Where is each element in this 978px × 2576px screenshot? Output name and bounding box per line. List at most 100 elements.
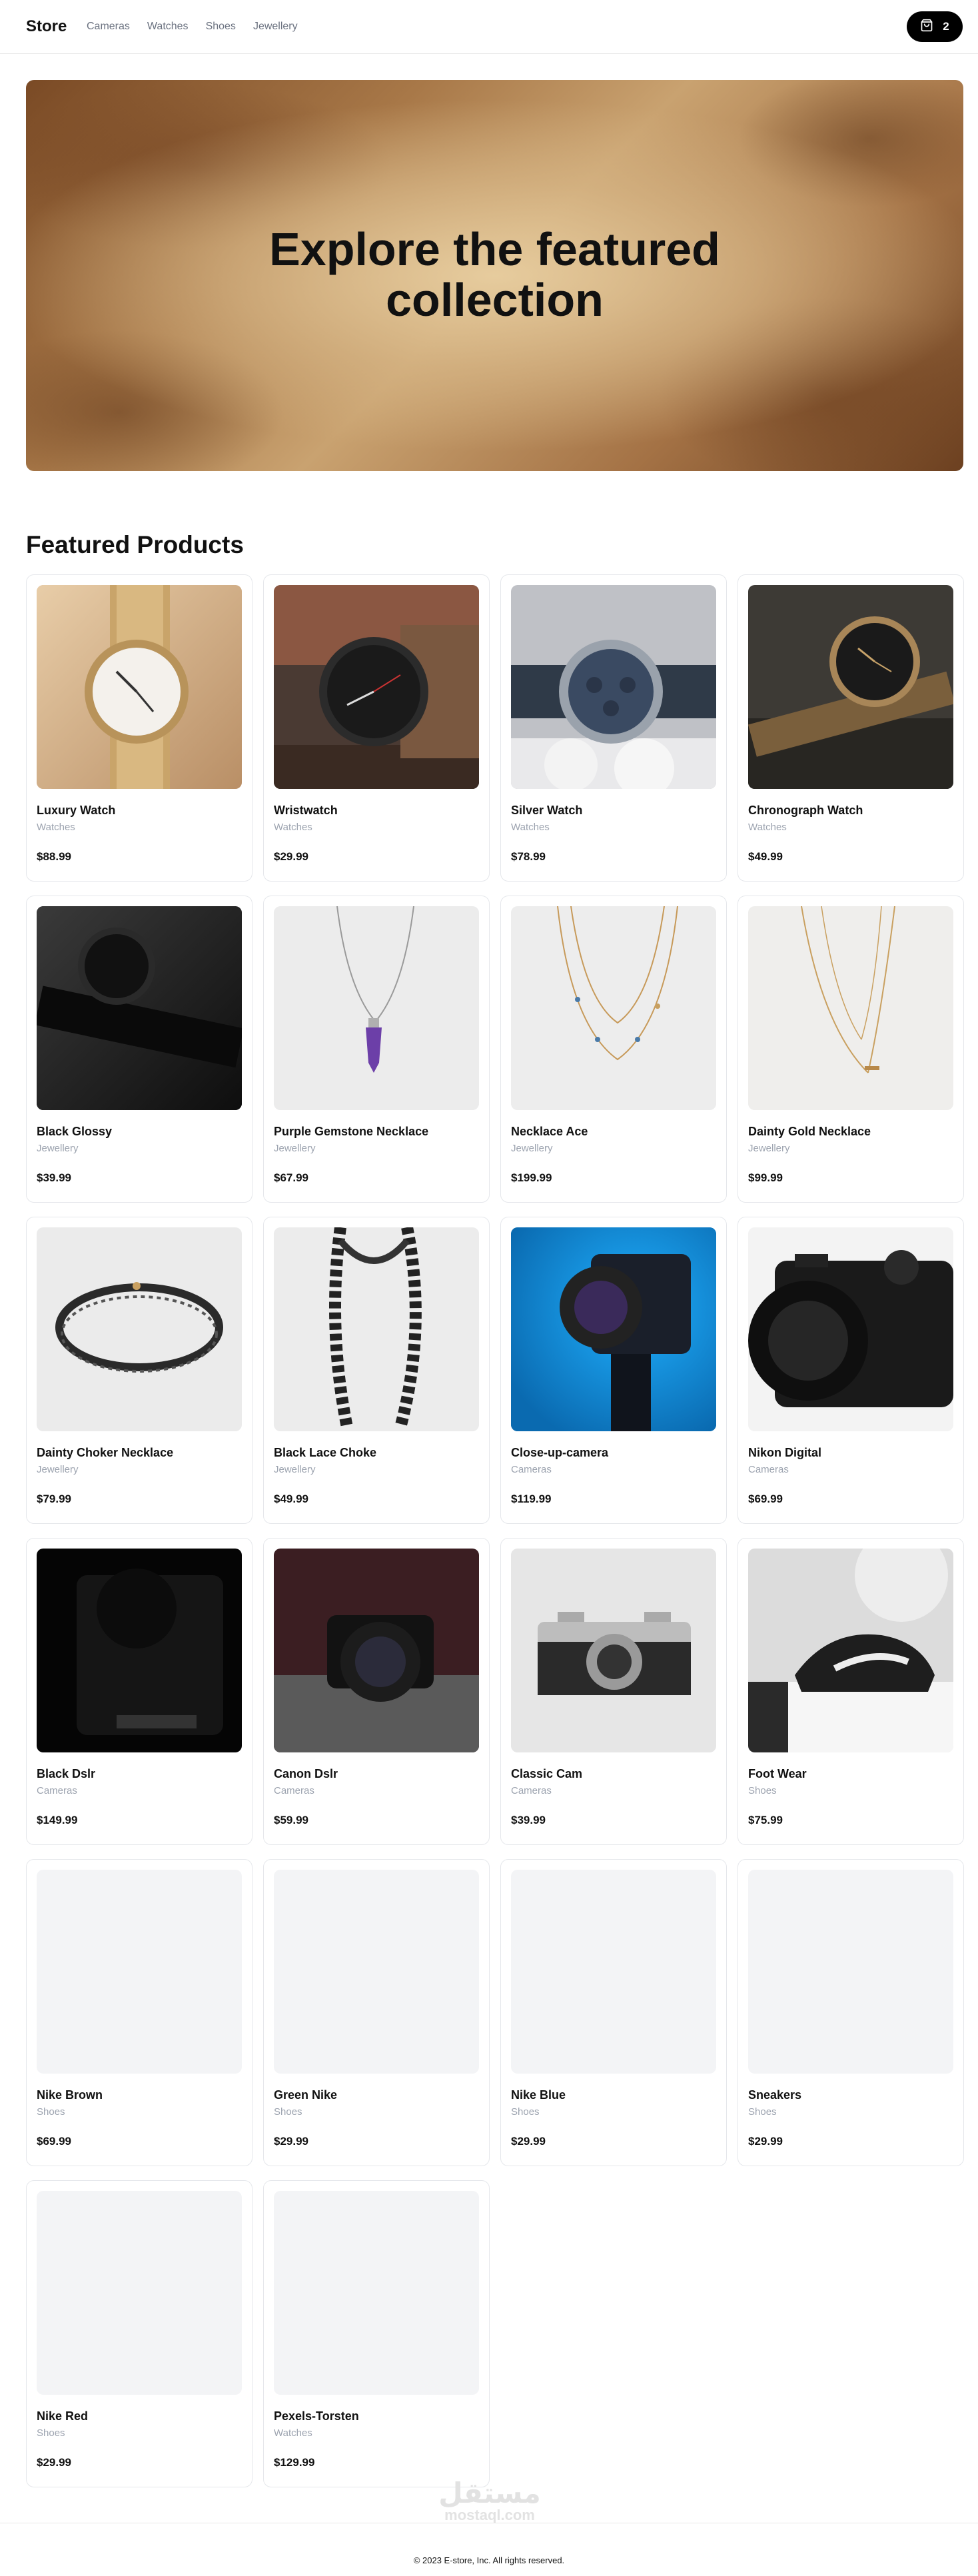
product-card[interactable]: Nike Blue Shoes $29.99 <box>500 1859 727 2166</box>
product-category: Watches <box>748 822 787 833</box>
product-image[interactable] <box>37 585 242 789</box>
product-category: Jewellery <box>274 1143 316 1154</box>
product-category: Shoes <box>37 2106 65 2118</box>
product-image[interactable] <box>37 1549 242 1752</box>
product-category: Shoes <box>274 2106 302 2118</box>
product-price: $39.99 <box>37 1171 71 1184</box>
product-image[interactable] <box>748 1870 953 2074</box>
product-category: Jewellery <box>37 1464 79 1475</box>
product-image[interactable] <box>511 1870 716 2074</box>
product-card[interactable]: Wristwatch Watches $29.99 <box>263 574 490 882</box>
product-card[interactable]: Black Dslr Cameras $149.99 <box>26 1538 252 1845</box>
product-name: Wristwatch <box>274 804 338 817</box>
product-card[interactable]: Canon Dslr Cameras $59.99 <box>263 1538 490 1845</box>
product-card[interactable]: Pexels-Torsten Watches $129.99 <box>263 2180 490 2487</box>
product-price: $149.99 <box>37 1814 78 1826</box>
product-price: $29.99 <box>274 850 308 863</box>
product-image[interactable] <box>274 1227 479 1431</box>
product-price: $29.99 <box>511 2135 546 2148</box>
watermark-latin: mostaql.com <box>444 2507 535 2523</box>
product-name: Dainty Choker Necklace <box>37 1446 174 1459</box>
nav-link-shoes[interactable]: Shoes <box>206 20 236 33</box>
product-image[interactable] <box>511 906 716 1110</box>
product-card[interactable]: Luxury Watch Watches $88.99 <box>26 574 252 882</box>
product-image[interactable] <box>274 1549 479 1752</box>
product-card[interactable]: Classic Cam Cameras $39.99 <box>500 1538 727 1845</box>
product-card[interactable]: Dainty Gold Necklace Jewellery $99.99 <box>737 896 964 1203</box>
nav-link-jewellery[interactable]: Jewellery <box>253 20 298 33</box>
product-image[interactable] <box>748 1549 953 1752</box>
hero-billboard: Explore the featured collection <box>26 80 963 471</box>
product-card[interactable]: Purple Gemstone Necklace Jewellery $67.99 <box>263 896 490 1203</box>
product-price: $99.99 <box>748 1171 783 1184</box>
product-name: Black Lace Choke <box>274 1446 377 1459</box>
watermark-logo: مستقل mostaql.com <box>430 2479 550 2523</box>
product-image[interactable] <box>274 1870 479 2074</box>
product-card[interactable]: Close-up-camera Cameras $119.99 <box>500 1217 727 1524</box>
product-category: Jewellery <box>748 1143 790 1154</box>
product-category: Shoes <box>511 2106 540 2118</box>
product-price: $39.99 <box>511 1814 546 1826</box>
product-image[interactable] <box>37 2191 242 2395</box>
product-card[interactable]: Sneakers Shoes $29.99 <box>737 1859 964 2166</box>
product-card[interactable]: Nike Brown Shoes $69.99 <box>26 1859 252 2166</box>
copyright-text: © 2023 E-store, Inc. All rights reserved… <box>413 2555 565 2565</box>
product-card[interactable]: Black Lace Choke Jewellery $49.99 <box>263 1217 490 1524</box>
product-image[interactable] <box>511 585 716 789</box>
product-card[interactable]: Necklace Ace Jewellery $199.99 <box>500 896 727 1203</box>
product-price: $69.99 <box>37 2135 71 2148</box>
product-name: Nikon Digital <box>748 1446 822 1459</box>
billboard-title-line-1: Explore the featured <box>269 223 720 275</box>
product-card[interactable]: Nikon Digital Cameras $69.99 <box>737 1217 964 1524</box>
product-image[interactable] <box>748 906 953 1110</box>
nav-link-cameras[interactable]: Cameras <box>87 20 130 33</box>
product-category: Watches <box>274 822 312 833</box>
product-image[interactable] <box>37 906 242 1110</box>
product-price: $59.99 <box>274 1814 308 1826</box>
product-image[interactable] <box>748 585 953 789</box>
product-price: $29.99 <box>274 2135 308 2148</box>
product-card[interactable]: Black Glossy Jewellery $39.99 <box>26 896 252 1203</box>
product-card[interactable]: Silver Watch Watches $78.99 <box>500 574 727 882</box>
product-image[interactable] <box>511 1549 716 1752</box>
product-price: $79.99 <box>37 1493 71 1505</box>
product-category: Jewellery <box>37 1143 79 1154</box>
product-name: Dainty Gold Necklace <box>748 1125 871 1138</box>
product-image[interactable] <box>37 1227 242 1431</box>
product-image[interactable] <box>274 585 479 789</box>
product-name: Foot Wear <box>748 1767 807 1780</box>
nav-link-watches[interactable]: Watches <box>147 20 189 33</box>
product-image[interactable] <box>511 1227 716 1431</box>
main-nav: Cameras Watches Shoes Jewellery <box>87 20 298 33</box>
product-image[interactable] <box>274 906 479 1110</box>
product-category: Watches <box>274 2427 312 2439</box>
product-name: Purple Gemstone Necklace <box>274 1125 429 1138</box>
product-price: $75.99 <box>748 1814 783 1826</box>
product-image[interactable] <box>748 1227 953 1431</box>
product-price: $78.99 <box>511 850 546 863</box>
product-category: Cameras <box>37 1785 77 1796</box>
cart-count: 2 <box>943 20 949 33</box>
product-name: Black Dslr <box>37 1767 96 1780</box>
product-image[interactable] <box>274 2191 479 2395</box>
product-name: Silver Watch <box>511 804 583 817</box>
product-name: Nike Brown <box>37 2088 103 2102</box>
product-name: Canon Dslr <box>274 1767 338 1780</box>
product-price: $67.99 <box>274 1171 308 1184</box>
product-card[interactable]: Nike Red Shoes $29.99 <box>26 2180 252 2487</box>
product-price: $129.99 <box>274 2456 315 2469</box>
product-image[interactable] <box>37 1870 242 2074</box>
product-price: $29.99 <box>748 2135 783 2148</box>
store-logo[interactable]: Store <box>26 17 67 36</box>
product-card[interactable]: Green Nike Shoes $29.99 <box>263 1859 490 2166</box>
product-price: $29.99 <box>37 2456 71 2469</box>
product-card[interactable]: Dainty Choker Necklace Jewellery $79.99 <box>26 1217 252 1524</box>
product-card[interactable]: Foot Wear Shoes $75.99 <box>737 1538 964 1845</box>
cart-button[interactable]: 2 <box>907 11 963 42</box>
product-grid: Luxury Watch Watches $88.99 Wristwatch Watc… <box>26 574 964 2487</box>
product-category: Cameras <box>274 1785 314 1796</box>
product-price: $69.99 <box>748 1493 783 1505</box>
product-category: Jewellery <box>274 1464 316 1475</box>
product-card[interactable]: Chronograph Watch Watches $49.99 <box>737 574 964 882</box>
product-name: Sneakers <box>748 2088 802 2102</box>
